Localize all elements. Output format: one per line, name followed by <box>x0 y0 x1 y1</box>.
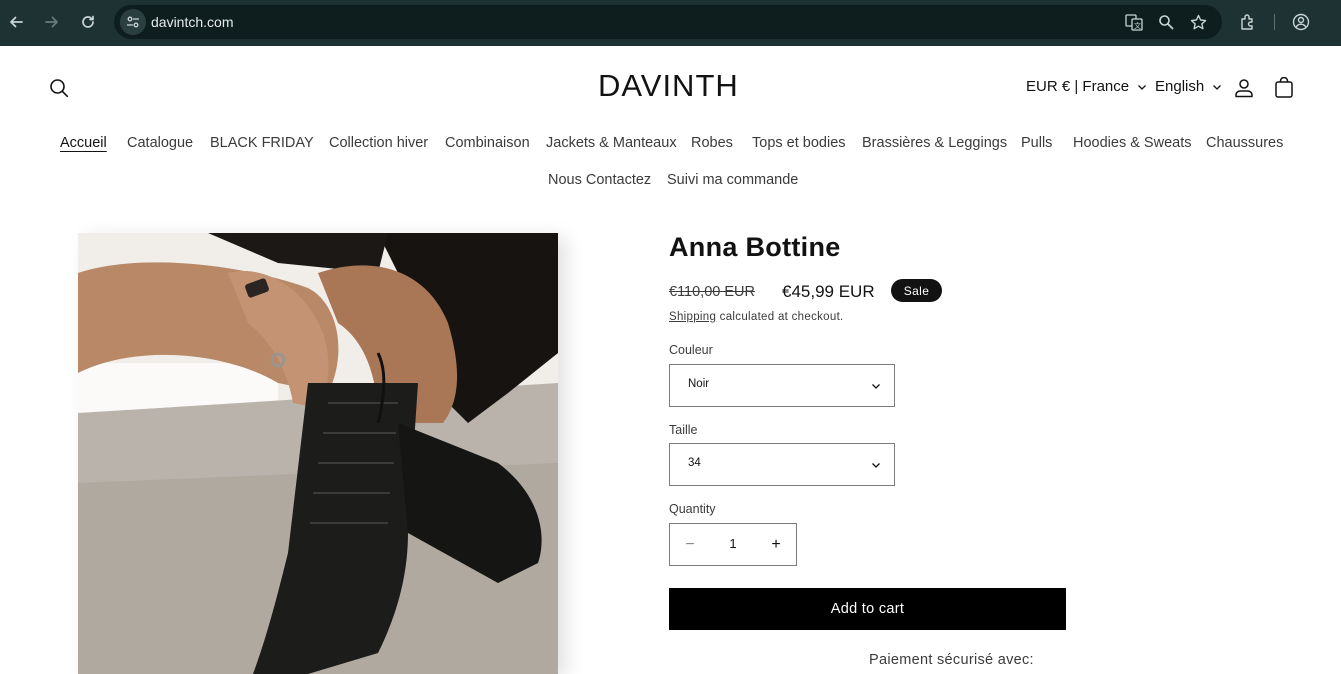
quantity-stepper: − 1 + <box>669 523 797 566</box>
forward-icon[interactable] <box>41 11 63 33</box>
size-label: Taille <box>669 423 698 437</box>
search-icon[interactable] <box>48 77 70 99</box>
url-text[interactable]: davintch.com <box>151 14 233 30</box>
menu-item-tops-bodies[interactable]: Tops et bodies <box>752 135 846 151</box>
menu-item-combinaison[interactable]: Combinaison <box>445 135 530 151</box>
regular-price: €110,00 EUR <box>669 284 755 300</box>
account-icon[interactable] <box>1233 77 1255 99</box>
chevron-down-icon <box>872 463 880 468</box>
currency-selector[interactable]: EUR € | France <box>1026 78 1147 95</box>
decrease-quantity-button[interactable]: − <box>670 524 710 565</box>
menu-item-pulls[interactable]: Pulls <box>1021 135 1052 151</box>
translate-icon[interactable]: 文 <box>1124 12 1144 32</box>
menu-item-jackets-manteaux[interactable]: Jackets & Manteaux <box>546 135 677 151</box>
chevron-down-icon <box>872 384 880 389</box>
currency-label: EUR € | France <box>1026 78 1130 95</box>
secure-payment-text: Paiement sécurisé avec: <box>869 652 1034 668</box>
bookmark-star-icon[interactable] <box>1188 12 1208 32</box>
menu-item-chaussures[interactable]: Chaussures <box>1206 135 1283 151</box>
profile-icon[interactable] <box>1290 11 1312 33</box>
menu-item-brassieres-leggings[interactable]: Brassières & Leggings <box>862 135 1007 151</box>
language-label: English <box>1155 78 1205 95</box>
language-selector[interactable]: English <box>1155 78 1222 95</box>
menu-item-robes[interactable]: Robes <box>691 135 733 151</box>
product-image[interactable] <box>78 233 558 674</box>
quantity-label: Quantity <box>669 502 716 516</box>
menu-item-nous-contactez[interactable]: Nous Contactez <box>548 172 651 188</box>
address-bar[interactable]: davintch.com 文 <box>114 5 1222 39</box>
sale-price: €45,99 EUR <box>782 282 875 301</box>
size-select[interactable]: 34 <box>669 443 895 486</box>
store-logo[interactable]: DAVINTH <box>598 68 744 106</box>
site-info-icon[interactable] <box>120 9 146 35</box>
color-select-value: Noir <box>688 378 710 390</box>
extensions-icon[interactable] <box>1237 11 1259 33</box>
menu-item-suivi-commande[interactable]: Suivi ma commande <box>667 172 798 188</box>
menu-item-collection-hiver[interactable]: Collection hiver <box>329 135 428 151</box>
browser-toolbar: davintch.com 文 <box>0 0 1341 46</box>
color-select[interactable]: Noir <box>669 364 895 407</box>
quantity-input[interactable]: 1 <box>710 536 756 551</box>
shipping-note: Shipping calculated at checkout. <box>669 311 844 323</box>
zoom-icon[interactable] <box>1156 12 1176 32</box>
menu-item-accueil[interactable]: Accueil <box>60 135 107 151</box>
color-label: Couleur <box>669 343 713 357</box>
cart-icon[interactable] <box>1273 76 1295 99</box>
toolbar-divider <box>1274 14 1275 30</box>
reload-icon[interactable] <box>77 11 99 33</box>
menu-item-black-friday[interactable]: BLACK FRIDAY <box>210 135 314 151</box>
shipping-link[interactable]: Shipping <box>669 311 716 323</box>
menu-item-hoodies-sweats[interactable]: Hoodies & Sweats <box>1073 135 1191 151</box>
back-icon[interactable] <box>5 11 27 33</box>
menu-item-catalogue[interactable]: Catalogue <box>127 135 193 151</box>
svg-text:文: 文 <box>1134 21 1141 30</box>
size-select-value: 34 <box>688 457 701 469</box>
increase-quantity-button[interactable]: + <box>756 524 796 565</box>
add-to-cart-button[interactable]: Add to cart <box>669 588 1066 630</box>
product-title: Anna Bottine <box>669 232 841 262</box>
chevron-down-icon <box>1138 84 1147 90</box>
chevron-down-icon <box>1213 84 1222 90</box>
sale-badge: Sale <box>891 279 942 302</box>
shipping-text: calculated at checkout. <box>716 311 844 323</box>
